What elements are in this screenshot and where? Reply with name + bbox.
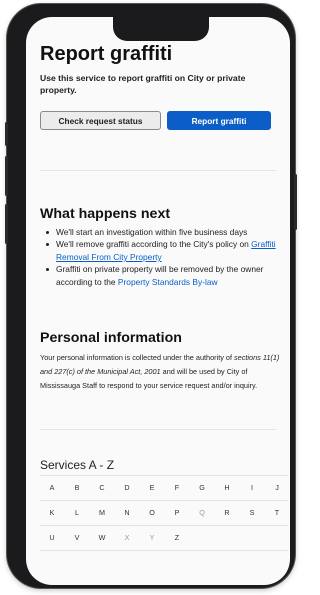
list-item-text: We'll remove graffiti according to the C… bbox=[56, 239, 252, 250]
device-notch bbox=[113, 17, 209, 41]
personal-information-heading: Personal information bbox=[40, 330, 182, 346]
page-title: Report graffiti bbox=[40, 43, 173, 65]
services-letter-row-1: A B C D E F G H I J bbox=[40, 475, 288, 500]
letter-link-f[interactable]: F bbox=[165, 476, 189, 500]
letter-link-n[interactable]: N bbox=[115, 501, 139, 525]
what-happens-next-list: We'll start an investigation within five… bbox=[40, 226, 282, 288]
what-happens-next-heading: What happens next bbox=[40, 206, 171, 222]
list-item-text: We'll start an investigation within five… bbox=[56, 227, 248, 237]
list-item: We'll remove graffiti according to the C… bbox=[40, 238, 282, 263]
letter-link-x: X bbox=[124, 533, 130, 542]
letter-link-b[interactable]: B bbox=[65, 476, 89, 500]
letter-link-u[interactable]: U bbox=[40, 526, 64, 550]
volume-down-button bbox=[5, 204, 8, 244]
section-divider bbox=[40, 429, 276, 430]
letter-link-v[interactable]: V bbox=[65, 526, 89, 550]
letter-link-p[interactable]: P bbox=[165, 501, 189, 525]
services-letter-row-2: K L M N O P Q R S T bbox=[40, 500, 288, 525]
letter-link-o[interactable]: O bbox=[140, 501, 164, 525]
page-intro: Use this service to report graffiti on C… bbox=[40, 73, 246, 95]
letter-link-z[interactable]: Z bbox=[165, 526, 189, 550]
privacy-text-part: Your personal information is collected u… bbox=[40, 353, 235, 362]
letter-link-a[interactable]: A bbox=[40, 476, 64, 500]
letter-link-e[interactable]: E bbox=[140, 476, 164, 500]
letter-link-h[interactable]: H bbox=[215, 476, 239, 500]
letter-link-d[interactable]: D bbox=[115, 476, 139, 500]
letter-link-m[interactable]: M bbox=[90, 501, 114, 525]
letter-link-t[interactable]: T bbox=[265, 501, 289, 525]
check-request-status-button[interactable]: Check request status bbox=[40, 111, 161, 130]
letter-link-k[interactable]: K bbox=[40, 501, 64, 525]
power-button bbox=[294, 174, 297, 230]
letter-link-r[interactable]: R bbox=[215, 501, 239, 525]
letter-link-g[interactable]: G bbox=[190, 476, 214, 500]
volume-up-button bbox=[5, 156, 8, 196]
mute-switch bbox=[5, 122, 8, 146]
report-graffiti-button[interactable]: Report graffiti bbox=[167, 111, 271, 130]
section-divider bbox=[40, 170, 276, 171]
list-item: We'll start an investigation within five… bbox=[40, 226, 282, 238]
property-standards-bylaw-link[interactable]: Property Standards By-law bbox=[118, 277, 218, 287]
letter-link-c[interactable]: C bbox=[90, 476, 114, 500]
letter-link-s[interactable]: S bbox=[240, 501, 264, 525]
services-letter-row-3: U V W X Y Z bbox=[40, 525, 288, 551]
services-a-z-heading: Services A - Z bbox=[40, 458, 115, 472]
phone-frame: Report graffiti Use this service to repo… bbox=[5, 4, 297, 588]
letter-link-j[interactable]: J bbox=[265, 476, 289, 500]
personal-information-text: Your personal information is collected u… bbox=[40, 351, 280, 393]
letter-link-i[interactable]: I bbox=[240, 476, 264, 500]
list-item: Graffiti on private property will be rem… bbox=[40, 263, 282, 288]
letter-link-l[interactable]: L bbox=[65, 501, 89, 525]
letter-link-w[interactable]: W bbox=[90, 526, 114, 550]
phone-screen: Report graffiti Use this service to repo… bbox=[26, 17, 290, 585]
letter-link-y: Y bbox=[149, 533, 155, 542]
letter-link-q: Q bbox=[199, 508, 205, 517]
